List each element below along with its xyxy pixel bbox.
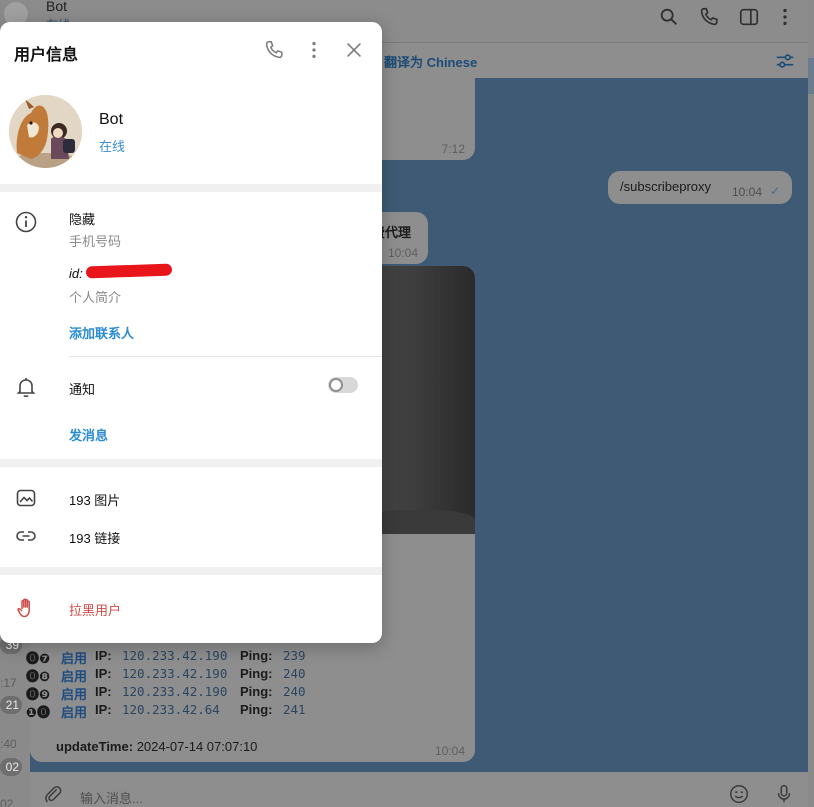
microphone-icon[interactable] [773,783,795,805]
info-icon [15,211,37,233]
ping-value: 241 [283,702,306,717]
notifications-toggle[interactable] [328,377,358,393]
user-id[interactable]: id: [69,266,83,281]
block-user-button[interactable]: 拉黑用户 [69,600,121,619]
media-photos-item[interactable]: 193 图片 [69,490,120,509]
update-value: 2024-07-14 07:07:10 [136,739,258,754]
ip-label: IP: [95,702,112,717]
row-number: ⓿❼ [26,651,51,666]
ping-value: 239 [283,648,306,663]
row-state: 启用 [61,669,88,684]
ip-label: IP: [95,684,112,699]
message-time: 10:04 [435,744,466,758]
sent-message-bubble: /subscribeproxy 10:04 ✓ [608,171,792,204]
chat-title[interactable]: Bot [46,0,67,14]
ping-value: 240 [283,684,306,699]
row-number: ⓿❽ [26,669,51,684]
row-state: 启用 [61,651,88,666]
add-contact-button[interactable]: 添加联系人 [69,323,134,342]
user-name: Bot [99,111,124,128]
composer: 输入消息... [30,772,814,807]
link-icon [16,531,36,541]
user-info-dialog: 用户信息 Bot 在线 隐藏 手机号码 id: 个人简介 添加联系人 通知 发消… [0,22,382,643]
ip-label: IP: [95,666,112,681]
ip-value[interactable]: 120.233.42.64 [122,702,220,717]
row-number: ⓿❾ [26,687,51,702]
search-icon[interactable] [658,6,680,28]
message-text: /subscribeproxy [620,179,712,194]
message-time: 10:04 [731,185,762,199]
ip-label: IP: [95,648,112,663]
emoji-icon[interactable] [728,783,750,805]
divider [69,356,382,357]
unread-badge: 21 [0,696,22,714]
bell-icon [16,378,36,398]
read-check-icon: ✓ [769,184,780,198]
ip-value[interactable]: 120.233.42.190 [122,648,227,663]
update-time-line: updateTime: 2024-07-14 07:07:10 [56,739,257,754]
ping-label: Ping: [240,648,273,663]
phone-icon[interactable] [263,39,285,61]
bio-label: 个人简介 [69,290,122,305]
update-label: updateTime: [56,739,134,754]
more-icon[interactable] [774,6,796,28]
media-links-item[interactable]: 193 链接 [69,528,120,547]
section-divider [0,567,382,575]
more-icon[interactable] [303,39,325,61]
message-time: 10:04 [387,246,418,260]
message-input[interactable]: 输入消息... [80,788,143,807]
close-icon[interactable] [343,39,365,61]
attach-icon[interactable] [42,783,64,805]
ip-value[interactable]: 120.233.42.190 [122,684,227,699]
chat-time: 02 [0,797,14,807]
chat-time: :17 [0,676,17,690]
right-edge [808,0,814,807]
redaction-mark [85,263,173,279]
row-number: ❶⓿ [26,705,51,720]
chat-time: :40 [0,737,17,751]
section-divider [0,184,382,192]
ping-label: Ping: [240,702,273,717]
user-status: 在线 [99,139,126,154]
dialog-title: 用户信息 [14,47,79,64]
row-state: 启用 [61,705,88,720]
row-state: 启用 [61,687,88,702]
send-message-button[interactable]: 发消息 [69,425,108,444]
phone-label: 手机号码 [69,234,122,249]
ip-value[interactable]: 120.233.42.190 [122,666,227,681]
message-time: 7:12 [441,142,465,156]
ping-value: 240 [283,666,306,681]
phone-icon[interactable] [698,6,720,28]
hand-block-icon [17,598,30,618]
ping-label: Ping: [240,684,273,699]
translate-settings-icon[interactable] [774,50,796,72]
section-divider [0,459,382,467]
avatar[interactable] [9,95,82,168]
phone-value[interactable]: 隐藏 [69,209,95,228]
unread-badge: 02 [0,758,22,776]
sidebar-toggle-icon[interactable] [738,6,760,28]
ping-label: Ping: [240,666,273,681]
notifications-label: 通知 [69,382,96,397]
photo-icon [16,489,36,507]
